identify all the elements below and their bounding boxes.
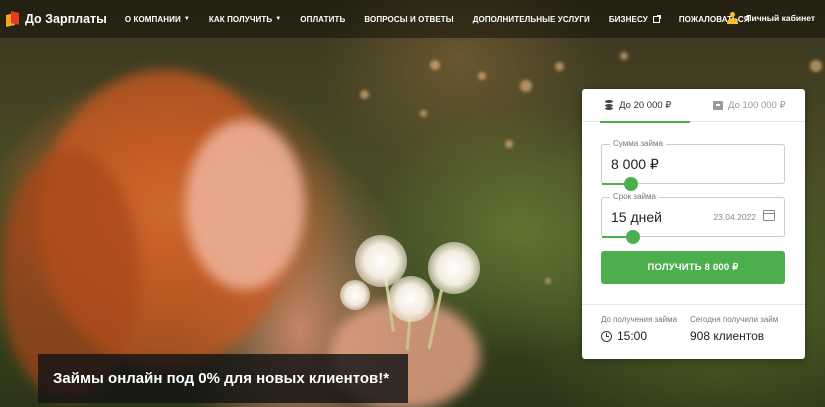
external-link-icon [652, 14, 661, 23]
personal-account-link[interactable]: Личный кабинет [726, 12, 815, 24]
loan-calculator: До 20 000 ₽ До 100 000 ₽ Сумма займа 8 0… [582, 89, 805, 359]
face-shape [185, 120, 305, 290]
main-nav: О компании ▼ Как получить ▼ Оплатить Воп… [125, 14, 769, 24]
loan-tabs: До 20 000 ₽ До 100 000 ₽ [582, 89, 806, 123]
user-icon [726, 12, 738, 24]
bokeh-light [430, 60, 440, 70]
chevron-down-icon: ▼ [183, 16, 190, 22]
get-loan-button[interactable]: ПОЛУЧИТЬ 8 000 ₽ [601, 251, 785, 284]
briefcase-icon [713, 100, 723, 110]
bokeh-light [420, 110, 427, 117]
top-navigation: До Зарплаты О компании ▼ Как получить ▼ … [0, 0, 825, 38]
hero-caption: Займы онлайн под 0% для новых клиентов!* [38, 354, 408, 403]
logo-text: До Зарплаты [25, 12, 107, 26]
tab-label: До 20 000 ₽ [619, 99, 672, 111]
time-until-loan-label: До получения займа [601, 315, 678, 324]
nav-label: Оплатить [300, 14, 346, 24]
loan-term-slider-handle[interactable] [626, 230, 640, 244]
loan-term-value[interactable]: 15 дней [611, 209, 662, 225]
dandelion [340, 280, 370, 310]
active-tab-indicator [600, 121, 690, 123]
nav-label: Вопросы и ответы [364, 14, 454, 24]
nav-item-about[interactable]: О компании ▼ [125, 15, 190, 24]
time-until-loan-value: 15:00 [617, 329, 648, 343]
personal-account-label: Личный кабинет [745, 13, 815, 23]
nav-label: Бизнесу [608, 14, 648, 24]
nav-item-extra-services[interactable]: Дополнительные услуги [473, 15, 590, 24]
loan-term-label: Срок займа [610, 192, 659, 201]
logo[interactable]: До Зарплаты [6, 11, 107, 27]
loan-amount-slider-handle[interactable] [624, 177, 638, 191]
clients-today-value: 908 клиентов [690, 329, 765, 343]
widget-divider [582, 304, 805, 305]
coins-icon [604, 100, 614, 110]
nav-item-business[interactable]: Бизнесу [608, 14, 661, 24]
bokeh-light [620, 52, 628, 60]
nav-item-faq[interactable]: Вопросы и ответы [364, 15, 453, 24]
bokeh-light [505, 140, 513, 148]
tab-up-to-20000[interactable]: До 20 000 ₽ [582, 89, 694, 121]
clients-today: 908 клиентов [690, 329, 764, 343]
nav-item-how-to-get[interactable]: Как получить ▼ [209, 15, 281, 24]
nav-label: О компании [124, 14, 181, 24]
nav-label: Дополнительные услуги [472, 14, 590, 24]
dandelion [428, 242, 480, 294]
clients-today-label: Сегодня получили займ [690, 315, 779, 324]
dandelion [388, 276, 434, 322]
time-until-loan: 15:00 [601, 329, 647, 343]
loan-amount-value[interactable]: 8 000 ₽ [611, 156, 659, 173]
nav-label: Как получить [208, 14, 273, 24]
loan-amount-field[interactable]: Сумма займа 8 000 ₽ [601, 139, 785, 191]
tab-up-to-100000[interactable]: До 100 000 ₽ [694, 89, 806, 121]
logo-icon [6, 11, 19, 27]
clock-icon [601, 330, 612, 342]
bokeh-light [810, 60, 822, 72]
bokeh-light [545, 278, 551, 284]
chevron-down-icon: ▼ [275, 16, 282, 22]
loan-amount-label: Сумма займа [610, 139, 666, 148]
nav-item-pay[interactable]: Оплатить [300, 15, 345, 24]
repayment-date: 23.04.2022 [713, 212, 756, 222]
bokeh-light [555, 62, 564, 71]
tab-label: До 100 000 ₽ [728, 99, 786, 111]
bokeh-light [360, 90, 369, 99]
hero-caption-text: Займы онлайн под 0% для новых клиентов!* [53, 370, 390, 387]
bokeh-light [478, 72, 486, 80]
loan-term-field[interactable]: Срок займа 15 дней 23.04.2022 [601, 192, 785, 244]
calendar-icon[interactable] [763, 210, 775, 221]
bokeh-light [520, 80, 532, 92]
